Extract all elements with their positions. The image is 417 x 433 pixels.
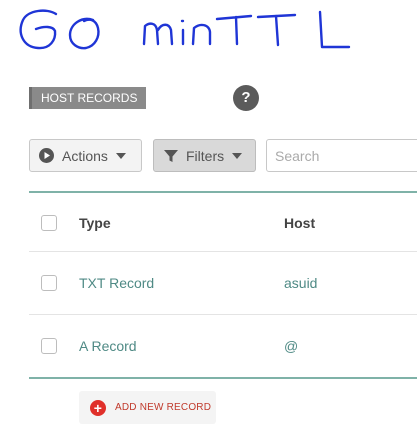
select-all-checkbox[interactable]	[41, 215, 57, 231]
filter-funnel-icon	[162, 147, 179, 164]
add-new-record-button[interactable]: + ADD NEW RECORD	[79, 391, 216, 424]
actions-label: Actions	[62, 147, 108, 164]
record-host-cell[interactable]: asuid	[284, 275, 317, 291]
filters-dropdown-button[interactable]: Filters	[153, 139, 256, 172]
record-type-cell[interactable]: TXT Record	[79, 275, 154, 291]
filters-label: Filters	[186, 147, 225, 164]
actions-dropdown-button[interactable]: Actions	[29, 139, 142, 172]
table-row[interactable]: A Record @	[29, 315, 417, 379]
help-icon[interactable]: ?	[233, 85, 259, 111]
table-header-row: Type Host	[29, 193, 417, 252]
host-records-table: Type Host TXT Record asuid A Record @	[29, 191, 417, 379]
record-type-cell[interactable]: A Record	[79, 338, 137, 354]
column-header-host[interactable]: Host	[284, 215, 315, 231]
record-host-cell[interactable]: @	[284, 338, 298, 354]
column-header-type[interactable]: Type	[79, 215, 111, 231]
caret-down-icon	[232, 152, 243, 159]
plus-circle-icon: +	[90, 399, 106, 416]
handwritten-annotation	[19, 9, 351, 50]
caret-down-icon	[115, 152, 126, 159]
add-new-record-label: ADD NEW RECORD	[115, 402, 212, 413]
search-input[interactable]	[266, 139, 417, 172]
table-row[interactable]: TXT Record asuid	[29, 252, 417, 315]
row-checkbox[interactable]	[41, 338, 57, 354]
row-checkbox[interactable]	[41, 275, 57, 291]
section-title-host-records: HOST RECORDS	[29, 87, 147, 109]
play-circle-icon	[38, 147, 55, 164]
